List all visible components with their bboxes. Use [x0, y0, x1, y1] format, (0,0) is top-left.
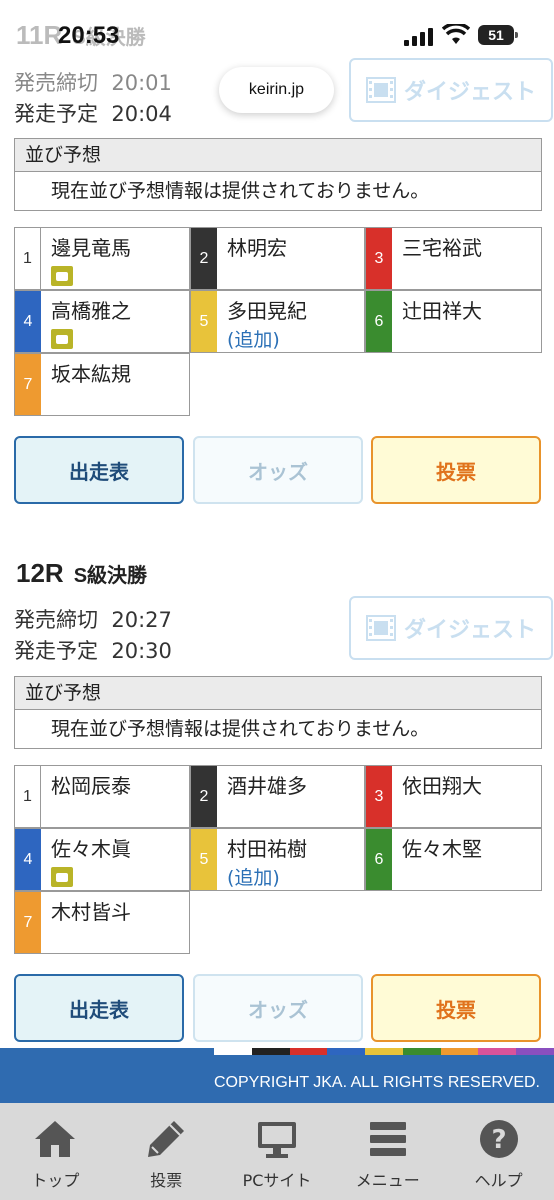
- tab-label: ヘルプ: [474, 1171, 523, 1190]
- battery-icon: 51: [478, 25, 518, 45]
- url-pill[interactable]: keirin.jp: [219, 67, 334, 113]
- tab-bar: トップ 投票 PCサイト メニュー ? ヘルプ: [0, 1103, 554, 1200]
- rider-number: 4: [15, 829, 41, 890]
- entry-list-button[interactable]: 出走表: [14, 436, 184, 504]
- rider-cell: 4 佐々木眞: [14, 828, 190, 891]
- added-rider-link[interactable]: (追加): [227, 863, 280, 890]
- tab-label: メニュー: [355, 1171, 420, 1190]
- tab-vote[interactable]: 投票: [111, 1103, 222, 1200]
- rider-number: 7: [15, 354, 41, 415]
- race-buttons: 出走表 オッズ 投票: [14, 436, 542, 504]
- narabi-message: 現在並び予想情報は提供されておりません。: [51, 718, 430, 740]
- rider-number: 2: [191, 766, 217, 827]
- film-icon: [365, 77, 396, 103]
- rider-name[interactable]: 三宅裕武: [402, 232, 482, 261]
- monitor-icon: [257, 1122, 296, 1158]
- vote-button[interactable]: 投票: [371, 436, 541, 504]
- odds-button[interactable]: オッズ: [193, 436, 363, 504]
- rider-name[interactable]: 林明宏: [227, 232, 287, 261]
- digest-button[interactable]: ダイジェスト: [349, 58, 553, 122]
- rider-cell: 3 三宅裕武: [365, 227, 542, 290]
- rider-cell: 5 多田晃紀 (追加): [190, 290, 365, 353]
- status-time: 20:53: [58, 22, 120, 49]
- copyright: COPYRIGHT JKA. ALL RIGHTS RESERVED.: [213, 1074, 540, 1091]
- race-times: 発売締切 20:01 発走予定 20:04: [14, 71, 172, 126]
- rider-name[interactable]: 多田晃紀: [227, 295, 307, 324]
- status-bar: 20:53 51: [0, 0, 554, 66]
- tab-menu[interactable]: メニュー: [332, 1103, 443, 1200]
- rider-cell: 3 依田翔大: [365, 765, 542, 828]
- race-times: 発売締切 20:27 発走予定 20:30: [14, 608, 172, 663]
- rider-number: 1: [15, 228, 41, 289]
- tab-label: トップ: [31, 1171, 80, 1190]
- rider-name[interactable]: 佐々木堅: [402, 833, 482, 862]
- rider-number: 2: [191, 228, 217, 289]
- film-icon: [365, 615, 396, 641]
- rider-name[interactable]: 松岡辰泰: [51, 770, 131, 799]
- entry-list-button[interactable]: 出走表: [14, 974, 184, 1042]
- race-buttons: 出走表 オッズ 投票: [14, 974, 542, 1042]
- odds-button[interactable]: オッズ: [193, 974, 363, 1042]
- rider-cell: 7 坂本紘規: [14, 353, 190, 416]
- rider-cell: 1 松岡辰泰: [14, 765, 190, 828]
- rider-name[interactable]: 酒井雄多: [227, 770, 307, 799]
- color-stripes: [214, 1048, 554, 1055]
- thumbs-up-icon: [51, 867, 73, 887]
- thumbs-up-icon: [51, 266, 73, 286]
- rider-number: 6: [366, 829, 392, 890]
- rider-name[interactable]: 村田祐樹: [227, 833, 307, 862]
- menu-icon: [369, 1122, 406, 1156]
- rider-name[interactable]: 依田翔大: [402, 770, 482, 799]
- rider-grid: 1 邊見竜馬 2 林明宏 3 三宅裕武 4 高橋雅之 5 多田晃紀 (追加) 6 辻田祥大 7 坂本紘規: [14, 227, 542, 417]
- thumbs-up-icon: [51, 329, 73, 349]
- digest-button[interactable]: ダイジェスト: [349, 596, 553, 660]
- narabi-box: 並び予想 現在並び予想情報は提供されておりません。: [14, 138, 542, 211]
- race-title: 12R S級決勝: [16, 558, 148, 588]
- vote-button[interactable]: 投票: [371, 974, 541, 1042]
- rider-cell: 1 邊見竜馬: [14, 227, 190, 290]
- narabi-header: 並び予想: [15, 139, 541, 172]
- rider-cell: 7 木村皆斗: [14, 891, 190, 954]
- home-icon: [35, 1121, 76, 1157]
- rider-cell: 4 高橋雅之: [14, 290, 190, 353]
- rider-number: 1: [15, 766, 41, 827]
- rider-cell: 6 辻田祥大: [365, 290, 542, 353]
- rider-name[interactable]: 邊見竜馬: [51, 232, 131, 261]
- cellular-signal-icon: [404, 28, 436, 46]
- rider-number: 4: [15, 291, 41, 352]
- rider-cell: 6 佐々木堅: [365, 828, 542, 891]
- rider-name[interactable]: 佐々木眞: [51, 833, 131, 862]
- tab-top[interactable]: トップ: [0, 1103, 111, 1200]
- rider-number: 5: [191, 829, 217, 890]
- rider-number: 3: [366, 766, 392, 827]
- rider-name[interactable]: 高橋雅之: [51, 295, 131, 324]
- rider-number: 6: [366, 291, 392, 352]
- rider-name[interactable]: 木村皆斗: [51, 896, 131, 925]
- rider-cell: 5 村田祐樹 (追加): [190, 828, 365, 891]
- narabi-box: 並び予想 現在並び予想情報は提供されておりません。: [14, 676, 542, 749]
- rider-number: 7: [15, 892, 41, 953]
- rider-cell: 2 酒井雄多: [190, 765, 365, 828]
- svg-text:?: ?: [491, 1125, 506, 1155]
- footer: COPYRIGHT JKA. ALL RIGHTS RESERVED.: [0, 1048, 554, 1103]
- tab-help[interactable]: ? ヘルプ: [443, 1103, 554, 1200]
- rider-grid: 1 松岡辰泰 2 酒井雄多 3 依田翔大 4 佐々木眞 5 村田祐樹 (追加) 6 佐々木堅 7 木村皆斗: [14, 765, 542, 955]
- rider-number: 5: [191, 291, 217, 352]
- rider-cell: 2 林明宏: [190, 227, 365, 290]
- added-rider-link[interactable]: (追加): [227, 325, 280, 352]
- rider-name[interactable]: 辻田祥大: [402, 295, 482, 324]
- pencil-icon: [148, 1121, 185, 1157]
- narabi-message: 現在並び予想情報は提供されておりません。: [51, 180, 430, 202]
- help-icon: ?: [479, 1120, 518, 1158]
- tab-label: PCサイト: [242, 1171, 312, 1190]
- rider-name[interactable]: 坂本紘規: [51, 358, 131, 387]
- tab-pc-site[interactable]: PCサイト: [222, 1103, 333, 1200]
- tab-label: 投票: [150, 1171, 183, 1190]
- narabi-header: 並び予想: [15, 677, 541, 710]
- wifi-icon: [442, 24, 470, 44]
- rider-number: 3: [366, 228, 392, 289]
